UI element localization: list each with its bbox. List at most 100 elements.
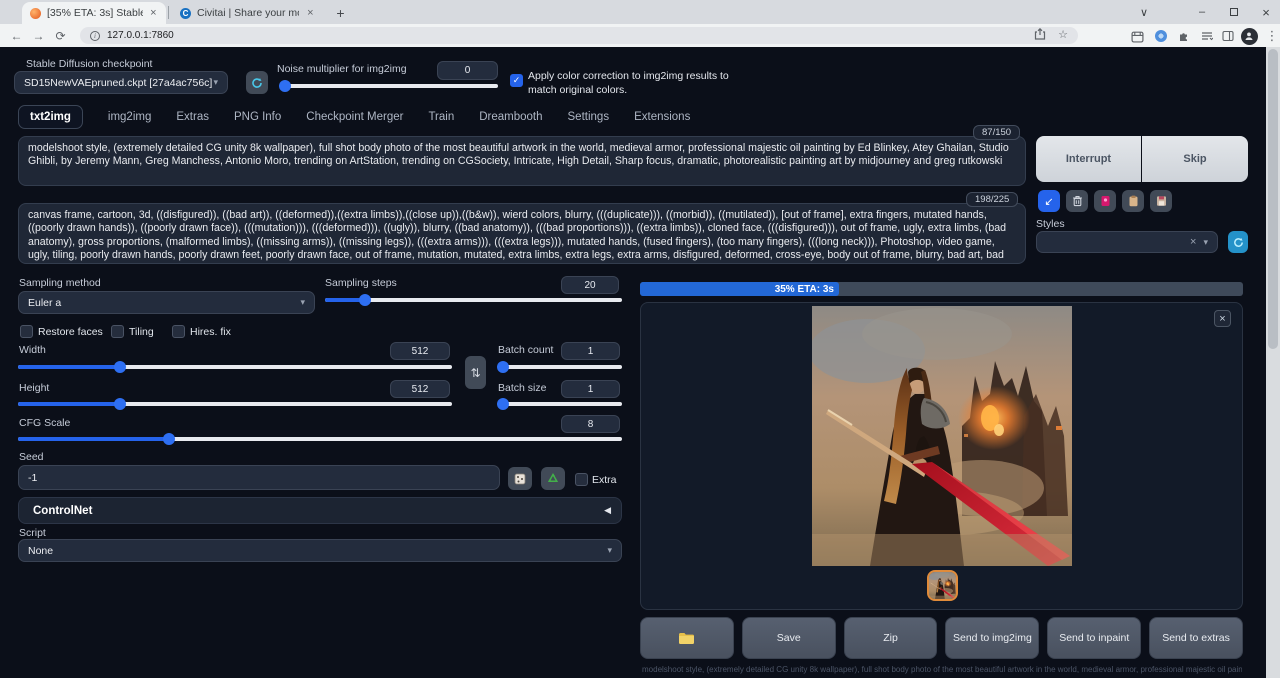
- generation-info-text: modelshoot style, (extremely detailed CG…: [642, 665, 1242, 674]
- recycle-icon: [547, 473, 559, 485]
- batch-count-slider[interactable]: [498, 365, 622, 369]
- clear-styles-icon[interactable]: ×: [1190, 236, 1196, 248]
- send-to-inpaint-button[interactable]: Send to inpaint: [1047, 617, 1141, 659]
- hires-fix-label: Hires. fix: [190, 326, 231, 338]
- tab-extensions[interactable]: Extensions: [634, 111, 690, 123]
- batch-size-value[interactable]: 1: [561, 380, 620, 398]
- height-value[interactable]: 512: [390, 380, 450, 398]
- bookmark-star-icon[interactable]: ☆: [1058, 28, 1068, 43]
- negative-prompt-textarea[interactable]: canvas frame, cartoon, 3d, ((disfigured)…: [18, 203, 1026, 264]
- cfg-scale-slider[interactable]: [18, 437, 622, 441]
- styles-dropdown[interactable]: × ▾: [1036, 231, 1218, 253]
- reload-icon[interactable]: ⟳: [52, 27, 69, 44]
- tab-settings[interactable]: Settings: [568, 111, 610, 123]
- profile-avatar[interactable]: [1240, 28, 1258, 44]
- browser-tab-civitai[interactable]: C Civitai | Share your models ×: [172, 2, 324, 24]
- forward-icon[interactable]: →: [30, 27, 47, 44]
- batch-count-label: Batch count: [498, 344, 553, 356]
- civitai-favicon: C: [180, 8, 191, 19]
- sampling-steps-slider[interactable]: [325, 298, 622, 302]
- close-preview-button[interactable]: ×: [1214, 310, 1231, 327]
- interrupt-button[interactable]: Interrupt: [1036, 136, 1141, 182]
- refresh-checkpoints-button[interactable]: [246, 71, 268, 94]
- slider-handle[interactable]: [497, 398, 509, 410]
- noise-multiplier-label: Noise multiplier for img2img: [277, 63, 407, 75]
- tab-close-icon[interactable]: ×: [305, 6, 316, 20]
- save-button[interactable]: Save: [742, 617, 836, 659]
- color-correction-checkbox[interactable]: ✓: [510, 74, 523, 87]
- reuse-seed-button[interactable]: [541, 467, 565, 490]
- tab-img2img[interactable]: img2img: [108, 111, 151, 123]
- cfg-scale-value[interactable]: 8: [561, 415, 620, 433]
- refresh-styles-button[interactable]: [1228, 231, 1248, 253]
- tab-txt2img[interactable]: txt2img: [18, 105, 83, 129]
- slider-handle[interactable]: [163, 433, 175, 445]
- clear-prompt-button[interactable]: [1066, 190, 1088, 212]
- prompt-textarea[interactable]: modelshoot style, (extremely detailed CG…: [18, 136, 1026, 186]
- checkpoint-dropdown[interactable]: SD15NewVAEpruned.ckpt [27a4ac756c] ▾: [14, 71, 228, 94]
- tab-dreambooth[interactable]: Dreambooth: [479, 111, 542, 123]
- page-scrollbar[interactable]: [1266, 47, 1280, 678]
- extensions-puzzle-icon[interactable]: [1175, 28, 1193, 44]
- window-close-button[interactable]: ×: [1250, 0, 1280, 24]
- slider-handle[interactable]: [114, 361, 126, 373]
- progress-fill: 35% ETA: 3s: [640, 282, 839, 296]
- generated-image-preview[interactable]: [812, 306, 1072, 566]
- slider-handle[interactable]: [497, 361, 509, 373]
- extra-seed-checkbox[interactable]: [575, 473, 588, 486]
- extension-grid-icon[interactable]: [1128, 28, 1146, 44]
- site-info-icon[interactable]: i: [90, 31, 100, 41]
- noise-multiplier-slider[interactable]: [281, 84, 498, 88]
- output-actions: Save Zip Send to img2img Send to inpaint…: [640, 617, 1243, 659]
- browser-menu-icon[interactable]: ⋮: [1263, 28, 1280, 44]
- save-style-button[interactable]: [1150, 190, 1172, 212]
- send-to-extras-button[interactable]: Send to extras: [1149, 617, 1243, 659]
- zip-button[interactable]: Zip: [844, 617, 938, 659]
- share-icon[interactable]: [1034, 28, 1046, 43]
- gallery-thumbnail[interactable]: [927, 570, 958, 601]
- batch-size-slider[interactable]: [498, 402, 622, 406]
- url-bar[interactable]: i 127.0.0.1:7860 ☆: [80, 27, 1078, 44]
- slider-handle[interactable]: [279, 80, 291, 92]
- tab-checkpoint-merger[interactable]: Checkpoint Merger: [306, 111, 403, 123]
- window-restore-button[interactable]: [1218, 0, 1250, 24]
- sampling-method-dropdown[interactable]: Euler a ▾: [18, 291, 315, 314]
- batch-count-value[interactable]: 1: [561, 342, 620, 360]
- slider-handle[interactable]: [114, 398, 126, 410]
- folder-icon: [678, 631, 695, 645]
- window-minimize-button[interactable]: –: [1186, 0, 1218, 24]
- swap-width-height-button[interactable]: ⇅: [465, 356, 486, 389]
- reading-list-icon[interactable]: [1198, 28, 1216, 44]
- slider-handle[interactable]: [359, 294, 371, 306]
- send-to-img2img-button[interactable]: Send to img2img: [945, 617, 1039, 659]
- paste-generation-params-button[interactable]: ↙: [1038, 190, 1060, 212]
- restore-faces-checkbox[interactable]: [20, 325, 33, 338]
- scrollbar-thumb[interactable]: [1268, 49, 1278, 349]
- tab-png-info[interactable]: PNG Info: [234, 111, 281, 123]
- window-menu-chevron-icon[interactable]: ∨: [1128, 0, 1160, 24]
- tab-close-icon[interactable]: ×: [149, 6, 158, 20]
- skip-button[interactable]: Skip: [1142, 136, 1248, 182]
- open-folder-button[interactable]: [640, 617, 734, 659]
- tab-train[interactable]: Train: [428, 111, 454, 123]
- tiling-checkbox[interactable]: [111, 325, 124, 338]
- random-seed-button[interactable]: [508, 467, 532, 490]
- width-value[interactable]: 512: [390, 342, 450, 360]
- controlnet-accordion[interactable]: ControlNet ◀: [18, 497, 622, 524]
- blue-extension-icon[interactable]: [1152, 28, 1170, 44]
- extra-networks-button[interactable]: [1094, 190, 1116, 212]
- apply-styles-button[interactable]: [1122, 190, 1144, 212]
- width-slider[interactable]: [18, 365, 452, 369]
- tab-extras[interactable]: Extras: [176, 111, 209, 123]
- back-icon[interactable]: ←: [8, 27, 25, 44]
- seed-input[interactable]: -1: [18, 465, 500, 490]
- new-tab-button[interactable]: +: [332, 4, 349, 21]
- browser-tab-stable-diffusion[interactable]: [35% ETA: 3s] Stable Diffusion ×: [22, 2, 166, 24]
- height-slider[interactable]: [18, 402, 452, 406]
- script-dropdown[interactable]: None ▾: [18, 539, 622, 562]
- browser-tabstrip: [35% ETA: 3s] Stable Diffusion × C Civit…: [0, 0, 1280, 24]
- hires-fix-checkbox[interactable]: [172, 325, 185, 338]
- sampling-steps-value[interactable]: 20: [561, 276, 619, 294]
- side-panel-icon[interactable]: [1219, 28, 1237, 44]
- noise-multiplier-value[interactable]: 0: [437, 61, 498, 80]
